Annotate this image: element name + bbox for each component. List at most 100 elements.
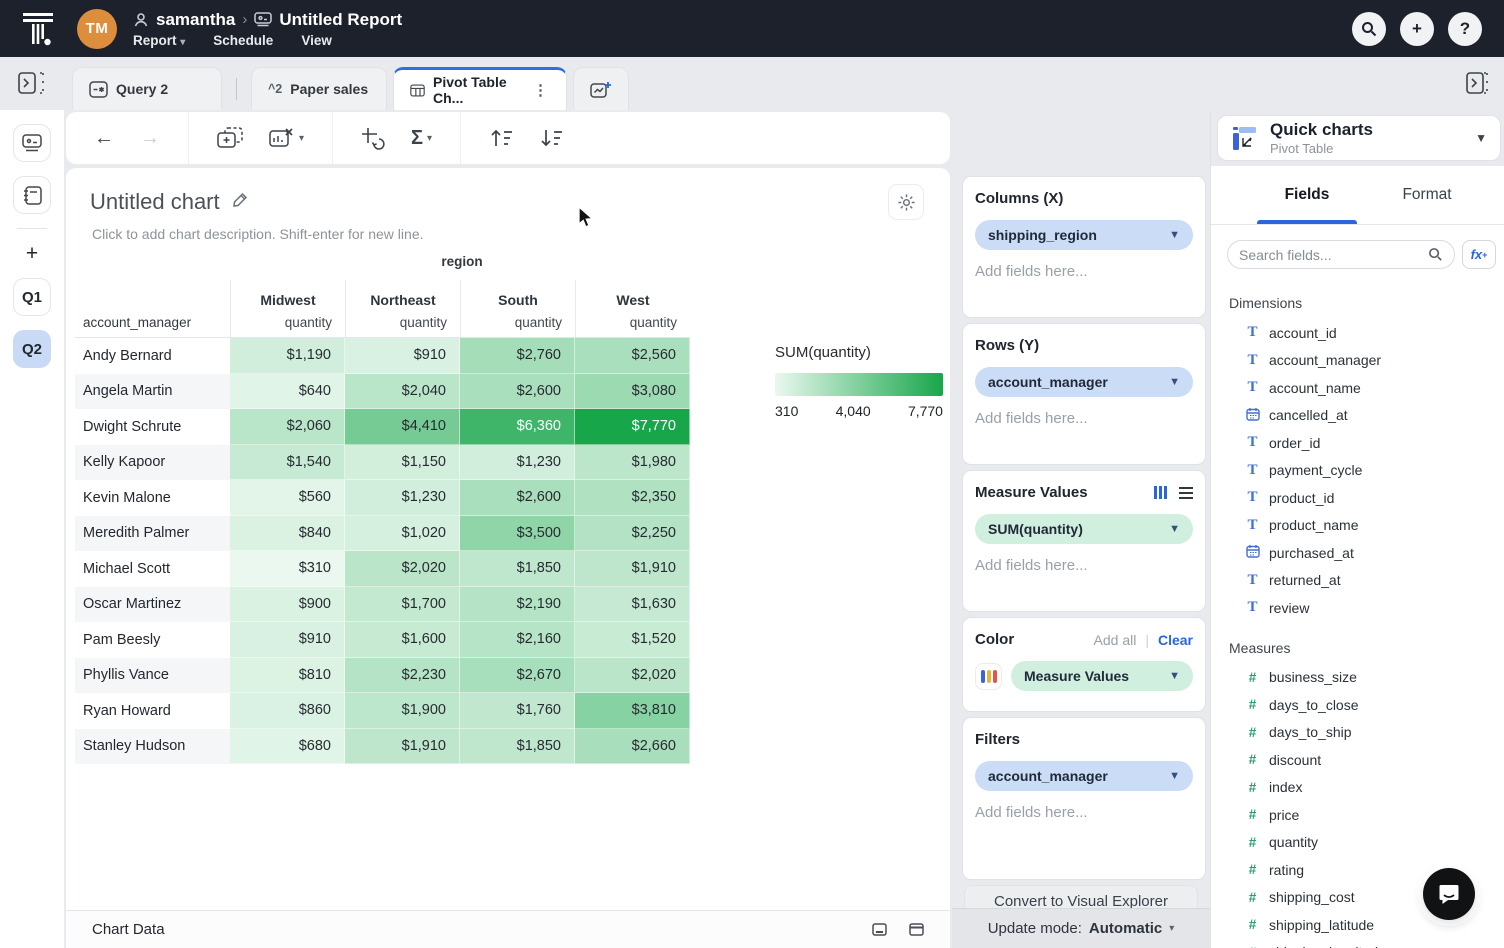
- value-cell[interactable]: $2,230: [345, 658, 460, 694]
- value-cell[interactable]: $1,760: [460, 693, 575, 729]
- pill-shipping-region[interactable]: shipping_region▼: [975, 220, 1193, 250]
- dimension-item[interactable]: Treview: [1227, 594, 1488, 622]
- measure-item[interactable]: #days_to_close: [1227, 691, 1488, 719]
- edit-title-pencil-icon[interactable]: [232, 191, 249, 213]
- value-cell[interactable]: $860: [230, 693, 345, 729]
- dimension-item[interactable]: Torder_id: [1227, 429, 1488, 457]
- add-chart-tab[interactable]: [573, 67, 629, 110]
- user-name[interactable]: samantha: [156, 10, 235, 30]
- value-cell[interactable]: $3,810: [575, 693, 690, 729]
- help-button[interactable]: ?: [1448, 12, 1482, 46]
- value-cell[interactable]: $2,660: [575, 729, 690, 765]
- value-cell[interactable]: $2,160: [460, 622, 575, 658]
- measure-item[interactable]: #discount: [1227, 746, 1488, 774]
- dimension-item[interactable]: Treturned_at: [1227, 567, 1488, 595]
- value-cell[interactable]: $1,520: [575, 622, 690, 658]
- dimension-item[interactable]: Taccount_name: [1227, 374, 1488, 402]
- value-cell[interactable]: $1,230: [460, 445, 575, 481]
- dimension-item[interactable]: Tpayment_cycle: [1227, 457, 1488, 485]
- rows-layout-icon[interactable]: [1179, 487, 1193, 499]
- report-view-button[interactable]: [13, 124, 51, 162]
- value-cell[interactable]: $3,500: [460, 516, 575, 552]
- row-label[interactable]: Phyllis Vance: [75, 658, 230, 694]
- row-label[interactable]: Stanley Hudson: [75, 729, 230, 765]
- value-cell[interactable]: $560: [230, 480, 345, 516]
- redo-forward-button[interactable]: →: [140, 128, 160, 148]
- chart-title[interactable]: Untitled chart: [90, 189, 220, 215]
- color-palette-icon[interactable]: [975, 663, 1002, 690]
- value-cell[interactable]: $2,670: [460, 658, 575, 694]
- clear-button[interactable]: Clear: [1158, 632, 1193, 648]
- notebook-button[interactable]: [13, 176, 51, 214]
- value-cell[interactable]: $840: [230, 516, 345, 552]
- chart-settings-button[interactable]: [888, 184, 924, 220]
- avatar[interactable]: TM: [77, 9, 117, 49]
- measure-item[interactable]: #price: [1227, 801, 1488, 829]
- value-cell[interactable]: $1,150: [345, 445, 460, 481]
- chat-bubble-button[interactable]: [1423, 868, 1475, 920]
- add-query-button[interactable]: +: [26, 243, 38, 264]
- tab-fields[interactable]: Fields: [1237, 186, 1377, 204]
- add-all-button[interactable]: Add all: [1094, 632, 1137, 648]
- value-cell[interactable]: $1,910: [575, 551, 690, 587]
- measure-item[interactable]: #quantity: [1227, 829, 1488, 857]
- query-2-button[interactable]: Q2: [13, 330, 51, 368]
- dimension-item[interactable]: Taccount_id: [1227, 319, 1488, 347]
- value-cell[interactable]: $1,600: [345, 622, 460, 658]
- tab-pivot-table-chart[interactable]: Pivot Table Ch... ⋮: [393, 67, 567, 110]
- remove-chart-button[interactable]: ▾: [269, 127, 304, 149]
- value-cell[interactable]: $2,250: [575, 516, 690, 552]
- value-cell[interactable]: $3,080: [575, 374, 690, 410]
- chart-description[interactable]: Click to add chart description. Shift-en…: [92, 226, 424, 242]
- value-cell[interactable]: $1,700: [345, 587, 460, 623]
- value-cell[interactable]: $4,410: [345, 409, 460, 445]
- value-cell[interactable]: $7,770: [575, 409, 690, 445]
- menu-report[interactable]: Report ▾: [133, 33, 185, 48]
- add-formula-button[interactable]: fx+: [1462, 240, 1496, 269]
- value-cell[interactable]: $1,850: [460, 551, 575, 587]
- value-cell[interactable]: $1,230: [345, 480, 460, 516]
- value-cell[interactable]: $1,540: [230, 445, 345, 481]
- app-logo-icon[interactable]: [18, 9, 58, 49]
- collapse-left-panel-icon[interactable]: [16, 69, 46, 97]
- rows-drop-target[interactable]: Add fields here...: [975, 410, 1193, 427]
- tab-paper-sales[interactable]: ^2 Paper sales: [251, 67, 387, 110]
- value-cell[interactable]: $2,600: [460, 374, 575, 410]
- value-cell[interactable]: $910: [230, 622, 345, 658]
- value-cell[interactable]: $910: [345, 338, 460, 374]
- sort-descending-button[interactable]: [539, 128, 563, 148]
- row-label[interactable]: Angela Martin: [75, 374, 230, 410]
- search-button[interactable]: [1352, 12, 1386, 46]
- menu-view[interactable]: View: [301, 33, 332, 48]
- row-label[interactable]: Andy Bernard: [75, 338, 230, 374]
- quick-charts-selector[interactable]: Quick charts Pivot Table ▼: [1217, 115, 1501, 161]
- value-cell[interactable]: $2,040: [345, 374, 460, 410]
- value-cell[interactable]: $1,980: [575, 445, 690, 481]
- dimension-item[interactable]: purchased_at: [1227, 539, 1488, 567]
- value-cell[interactable]: $900: [230, 587, 345, 623]
- value-cell[interactable]: $2,600: [460, 480, 575, 516]
- undo-back-button[interactable]: ←: [94, 128, 114, 148]
- sort-ascending-button[interactable]: [489, 128, 513, 148]
- value-cell[interactable]: $1,900: [345, 693, 460, 729]
- maximize-panel-button[interactable]: [909, 923, 924, 936]
- row-label[interactable]: Oscar Martinez: [75, 587, 230, 623]
- value-cell[interactable]: $2,560: [575, 338, 690, 374]
- pill-filter-account-manager[interactable]: account_manager▼: [975, 761, 1193, 791]
- value-cell[interactable]: $6,360: [460, 409, 575, 445]
- row-label[interactable]: Pam Beesly: [75, 622, 230, 658]
- dimension-item[interactable]: Tproduct_id: [1227, 484, 1488, 512]
- pill-color-measure-values[interactable]: Measure Values▼: [1011, 661, 1193, 691]
- value-cell[interactable]: $1,020: [345, 516, 460, 552]
- value-cell[interactable]: $810: [230, 658, 345, 694]
- dimension-item[interactable]: Tproduct_name: [1227, 512, 1488, 540]
- row-label[interactable]: Dwight Schrute: [75, 409, 230, 445]
- value-cell[interactable]: $1,910: [345, 729, 460, 765]
- tab-options-kebab-icon[interactable]: ⋮: [531, 81, 550, 99]
- row-label[interactable]: Michael Scott: [75, 551, 230, 587]
- measure-item[interactable]: #days_to_ship: [1227, 719, 1488, 747]
- duplicate-chart-button[interactable]: [217, 127, 243, 149]
- measure-values-drop-target[interactable]: Add fields here...: [975, 557, 1193, 574]
- pill-account-manager[interactable]: account_manager▼: [975, 367, 1193, 397]
- measure-item[interactable]: #business_size: [1227, 664, 1488, 692]
